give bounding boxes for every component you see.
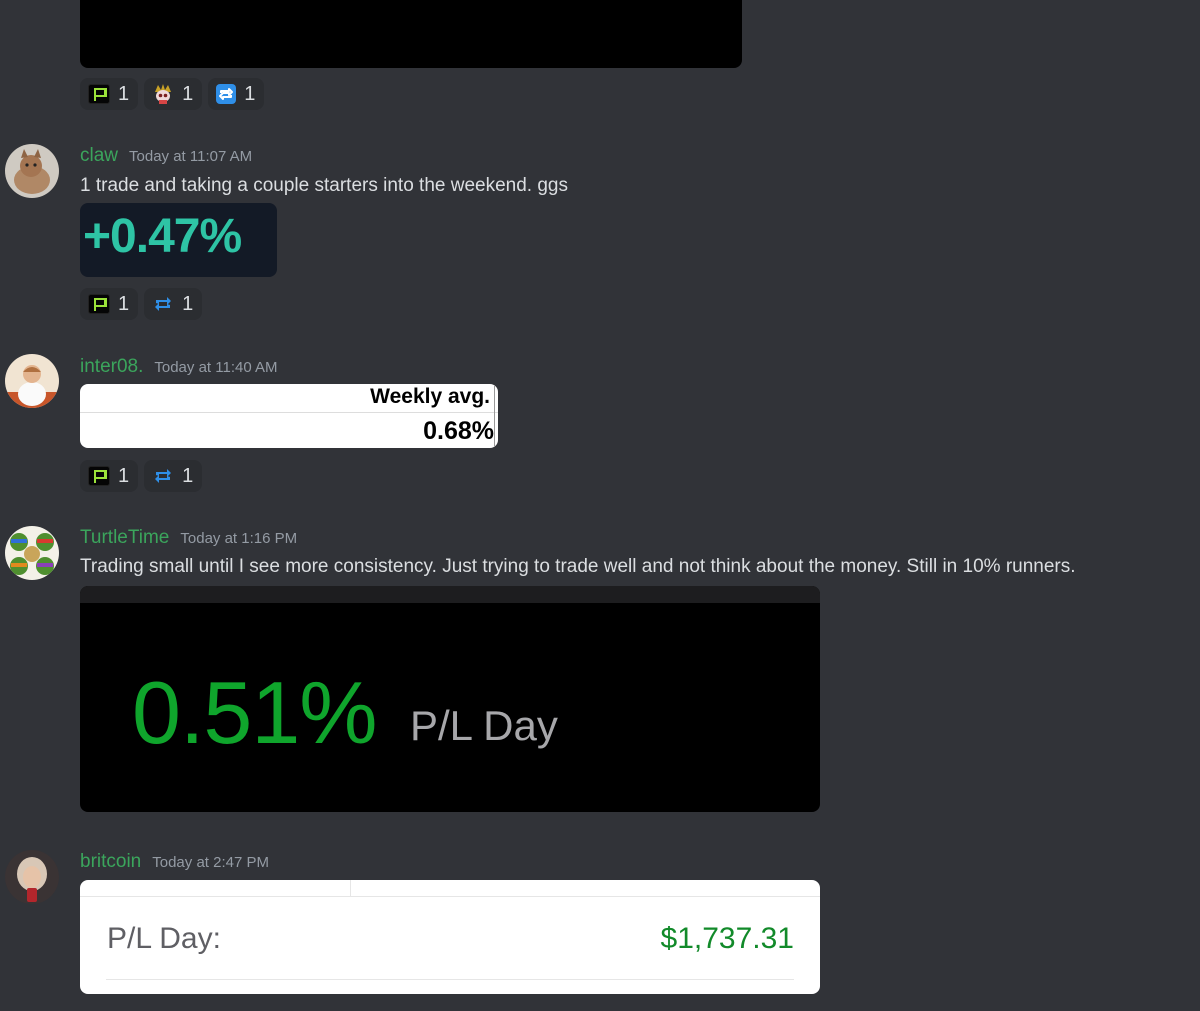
reaction-bar: 1 1	[80, 288, 203, 320]
p-logo-icon	[88, 466, 110, 486]
weekly-avg-value: 0.68%	[423, 417, 494, 445]
image-attachment[interactable]: +0.47%	[80, 203, 277, 277]
avatar[interactable]	[5, 144, 59, 198]
timestamp[interactable]: Today at 11:40 AM	[154, 359, 277, 376]
username[interactable]: claw	[80, 145, 118, 167]
timestamp[interactable]: Today at 11:07 AM	[129, 148, 252, 165]
reaction-bar: 1 1 1	[80, 78, 265, 110]
reaction-count: 1	[118, 464, 130, 487]
message-header: britcoin Today at 2:47 PM	[80, 851, 269, 873]
divider	[80, 412, 498, 413]
repeat-icon	[152, 466, 174, 486]
image-header-band	[80, 586, 820, 603]
reaction-repeat[interactable]: 1	[144, 460, 203, 492]
attachment-percent: +0.47%	[83, 210, 242, 263]
avatar[interactable]	[5, 354, 59, 408]
reaction-bar: 1 1	[80, 460, 203, 492]
weekly-avg-label: Weekly avg.	[370, 385, 490, 408]
reaction-count: 1	[244, 82, 256, 105]
reaction-count: 1	[182, 464, 194, 487]
reaction-p-logo[interactable]: 1	[80, 460, 139, 492]
avatar[interactable]	[5, 850, 59, 904]
skull-icon	[152, 83, 174, 105]
username[interactable]: britcoin	[80, 851, 141, 873]
repeat-icon	[216, 84, 237, 104]
divider	[494, 386, 495, 446]
divider	[80, 896, 820, 897]
repeat-icon	[152, 294, 174, 314]
reaction-count: 1	[118, 82, 130, 105]
pl-day-label: P/L Day:	[107, 922, 221, 955]
reaction-p-logo[interactable]: 1	[80, 288, 139, 320]
image-attachment[interactable]: P/L Day: $1,737.31	[80, 880, 820, 994]
p-logo-icon	[88, 294, 110, 314]
divider	[350, 880, 351, 896]
pl-day-label: P/L Day	[410, 702, 558, 749]
pl-day-value: $1,737.31	[660, 922, 794, 955]
p-logo-icon	[88, 84, 110, 104]
username[interactable]: TurtleTime	[80, 527, 169, 549]
image-attachment[interactable]: 0.51% P/L Day	[80, 586, 820, 812]
pl-day-percent: 0.51%	[132, 663, 378, 762]
message-header: claw Today at 11:07 AM	[80, 145, 252, 167]
reaction-skull[interactable]: 1	[144, 78, 203, 110]
timestamp[interactable]: Today at 1:16 PM	[180, 530, 297, 547]
reaction-p-logo[interactable]: 1	[80, 78, 139, 110]
timestamp[interactable]: Today at 2:47 PM	[152, 854, 269, 871]
reaction-count: 1	[182, 82, 194, 105]
message-text: Trading small until I see more consisten…	[80, 556, 1076, 577]
previous-message-embed[interactable]	[80, 0, 742, 68]
reaction-count: 1	[118, 292, 130, 315]
reaction-count: 1	[182, 292, 194, 315]
avatar[interactable]	[5, 526, 59, 580]
message-header: TurtleTime Today at 1:16 PM	[80, 527, 297, 549]
reaction-repeat[interactable]: 1	[208, 78, 265, 110]
divider	[106, 979, 794, 980]
reaction-repeat[interactable]: 1	[144, 288, 203, 320]
message-text: 1 trade and taking a couple starters int…	[80, 175, 568, 196]
image-attachment[interactable]: Weekly avg. 0.68%	[80, 384, 498, 448]
username[interactable]: inter08.	[80, 356, 143, 378]
message-header: inter08. Today at 11:40 AM	[80, 356, 278, 378]
